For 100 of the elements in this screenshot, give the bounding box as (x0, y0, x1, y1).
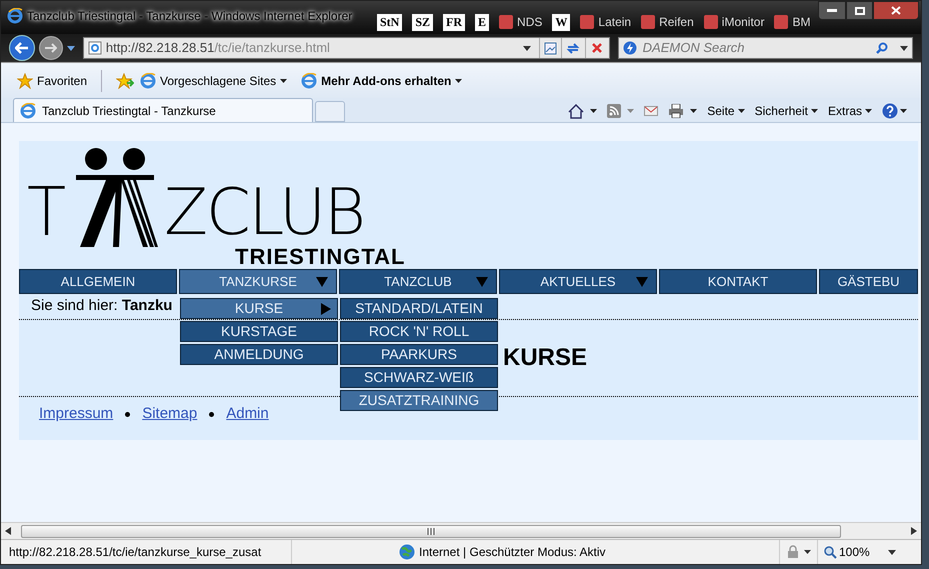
page-heading: KURSE (503, 343, 588, 373)
star-icon (17, 72, 33, 88)
dropdown-caret-icon (455, 78, 462, 82)
lightning-icon (622, 41, 637, 55)
nav-tab[interactable]: TANZKURSE (179, 269, 337, 294)
bullet-icon (125, 412, 130, 417)
help-icon (882, 103, 898, 119)
menu-item[interactable]: SCHWARZ-WEIß (340, 367, 498, 388)
browser-logo-icon (140, 72, 156, 88)
nav-tab[interactable]: GÄSTEBU (819, 269, 918, 294)
dropdown-caret-icon[interactable] (900, 46, 908, 50)
bookmark-link[interactable]: FR (443, 14, 466, 30)
home-button[interactable] (568, 104, 598, 118)
dropdown-caret-icon (900, 109, 907, 113)
refresh-arrows-icon (566, 42, 580, 54)
dropdown-caret-icon (590, 109, 598, 113)
command-menu[interactable]: Sicherheit (754, 102, 818, 120)
maximize-icon (854, 6, 864, 14)
nav-tab[interactable]: TANZCLUB (339, 269, 497, 294)
menu-item[interactable]: KURSTAGE (180, 321, 338, 342)
menu-item[interactable]: STANDARD/LATEIN (340, 298, 498, 319)
site-icon (580, 15, 594, 29)
address-field[interactable]: http://82.218.28.51/tc/ie/tanzkurse.html (82, 37, 610, 59)
minimize-button[interactable] (818, 1, 846, 20)
nav-tab[interactable]: ALLGEMEIN (19, 269, 177, 294)
dropdown-arrow-icon (316, 276, 328, 286)
site-icon (704, 15, 718, 29)
bookmark-link[interactable]: Latein (580, 13, 632, 31)
menu-item[interactable]: ANMELDUNG (180, 344, 338, 365)
site-icon (499, 15, 514, 29)
globe-icon (399, 544, 415, 560)
menu-item[interactable]: ZUSATZTRAINING (340, 390, 498, 411)
submenu-arrow-icon (321, 303, 331, 315)
browser-tab[interactable]: Tanzclub Triestingtal - Tanzkurse (13, 98, 313, 122)
bookmark-link[interactable]: E (475, 14, 490, 30)
footer-link[interactable]: Impressum (39, 403, 114, 426)
menu-item[interactable]: KURSE (180, 298, 338, 319)
dropdown-caret-icon[interactable] (522, 46, 531, 50)
logo-subtitle: TRIESTINGTAL (235, 245, 406, 269)
maximize-button[interactable] (846, 1, 873, 20)
scroll-right-icon[interactable] (911, 527, 917, 535)
dropdown-arrow-icon (636, 276, 648, 286)
search-box[interactable]: DAEMON Search (618, 37, 913, 59)
dropdown-caret-icon (627, 109, 634, 113)
scroll-left-icon[interactable] (5, 527, 11, 535)
printer-icon (668, 104, 684, 118)
footer-link[interactable]: Sitemap (142, 403, 198, 426)
bookmark-link[interactable]: iMonitor (704, 13, 764, 31)
house-icon (568, 104, 584, 118)
dropdown-caret-icon (280, 78, 288, 82)
status-url: http://82.218.28.51/tc/ie/tanzkurse_kurse_zusat (8, 544, 262, 561)
feed-icon (607, 104, 622, 118)
dropdown-caret-icon (810, 109, 818, 113)
menu-item[interactable]: ROCK 'N' ROLL (340, 321, 498, 342)
command-menu[interactable]: Seite (707, 102, 745, 120)
dropdown-caret-icon (865, 109, 872, 113)
print-button[interactable] (668, 104, 698, 118)
dropdown-caret-icon (690, 109, 698, 113)
zoom-button[interactable]: 100% (817, 540, 870, 564)
close-icon (592, 43, 602, 53)
window-title: Tanzclub Triestingtal - Tanzkurse - Windows Internet Explorer (27, 8, 352, 25)
dropdown-caret-icon[interactable] (888, 550, 896, 554)
nav-tab[interactable]: KONTAKT (659, 269, 817, 294)
envelope-icon (644, 106, 658, 116)
grip-icon (427, 528, 435, 534)
nav-tab[interactable]: AKTUELLES (499, 269, 657, 294)
mail-button[interactable] (644, 106, 658, 116)
bookmark-link[interactable]: SZ (412, 14, 434, 30)
menu-item[interactable]: PAARKURS (340, 344, 498, 365)
bookmark-link[interactable]: StN (377, 14, 402, 30)
search-icon[interactable] (876, 42, 888, 54)
bookmark-link[interactable]: Reifen (641, 13, 694, 31)
broken-page-icon (544, 42, 557, 54)
magnifier-icon (824, 546, 837, 558)
favorites-button[interactable]: Favoriten (17, 72, 88, 90)
bookmark-link[interactable]: BM (774, 13, 810, 31)
feeds-button[interactable] (607, 104, 634, 118)
favorites-link[interactable]: Mehr Add-ons erhalten (301, 72, 462, 90)
dropdown-arrow-icon (476, 276, 488, 286)
browser-logo-icon (301, 72, 318, 88)
forward-arrow-icon (44, 43, 57, 53)
command-menu[interactable]: Extras (828, 102, 872, 120)
forward-button[interactable] (38, 36, 63, 60)
close-button[interactable] (873, 1, 919, 20)
back-arrow-icon (14, 42, 29, 54)
favorites-link[interactable]: Vorgeschlagene Sites (140, 72, 288, 90)
logo-text: ZCLUB (164, 181, 364, 245)
close-icon (891, 6, 901, 15)
add-favorite-icon[interactable] (116, 72, 134, 88)
dropdown-caret-icon[interactable] (66, 46, 75, 50)
scrollbar-thumb[interactable] (21, 524, 841, 538)
bookmark-link[interactable]: W (552, 14, 570, 30)
site-icon (774, 15, 788, 29)
search-field[interactable]: DAEMON Search (642, 38, 870, 58)
bookmark-link[interactable]: NDS (499, 13, 542, 31)
footer-link[interactable]: Admin (226, 403, 269, 426)
url-host: http://82.218.28.51 (106, 40, 214, 56)
back-button[interactable] (9, 35, 35, 61)
logo-letter: T (27, 179, 66, 247)
site-icon (641, 15, 656, 29)
